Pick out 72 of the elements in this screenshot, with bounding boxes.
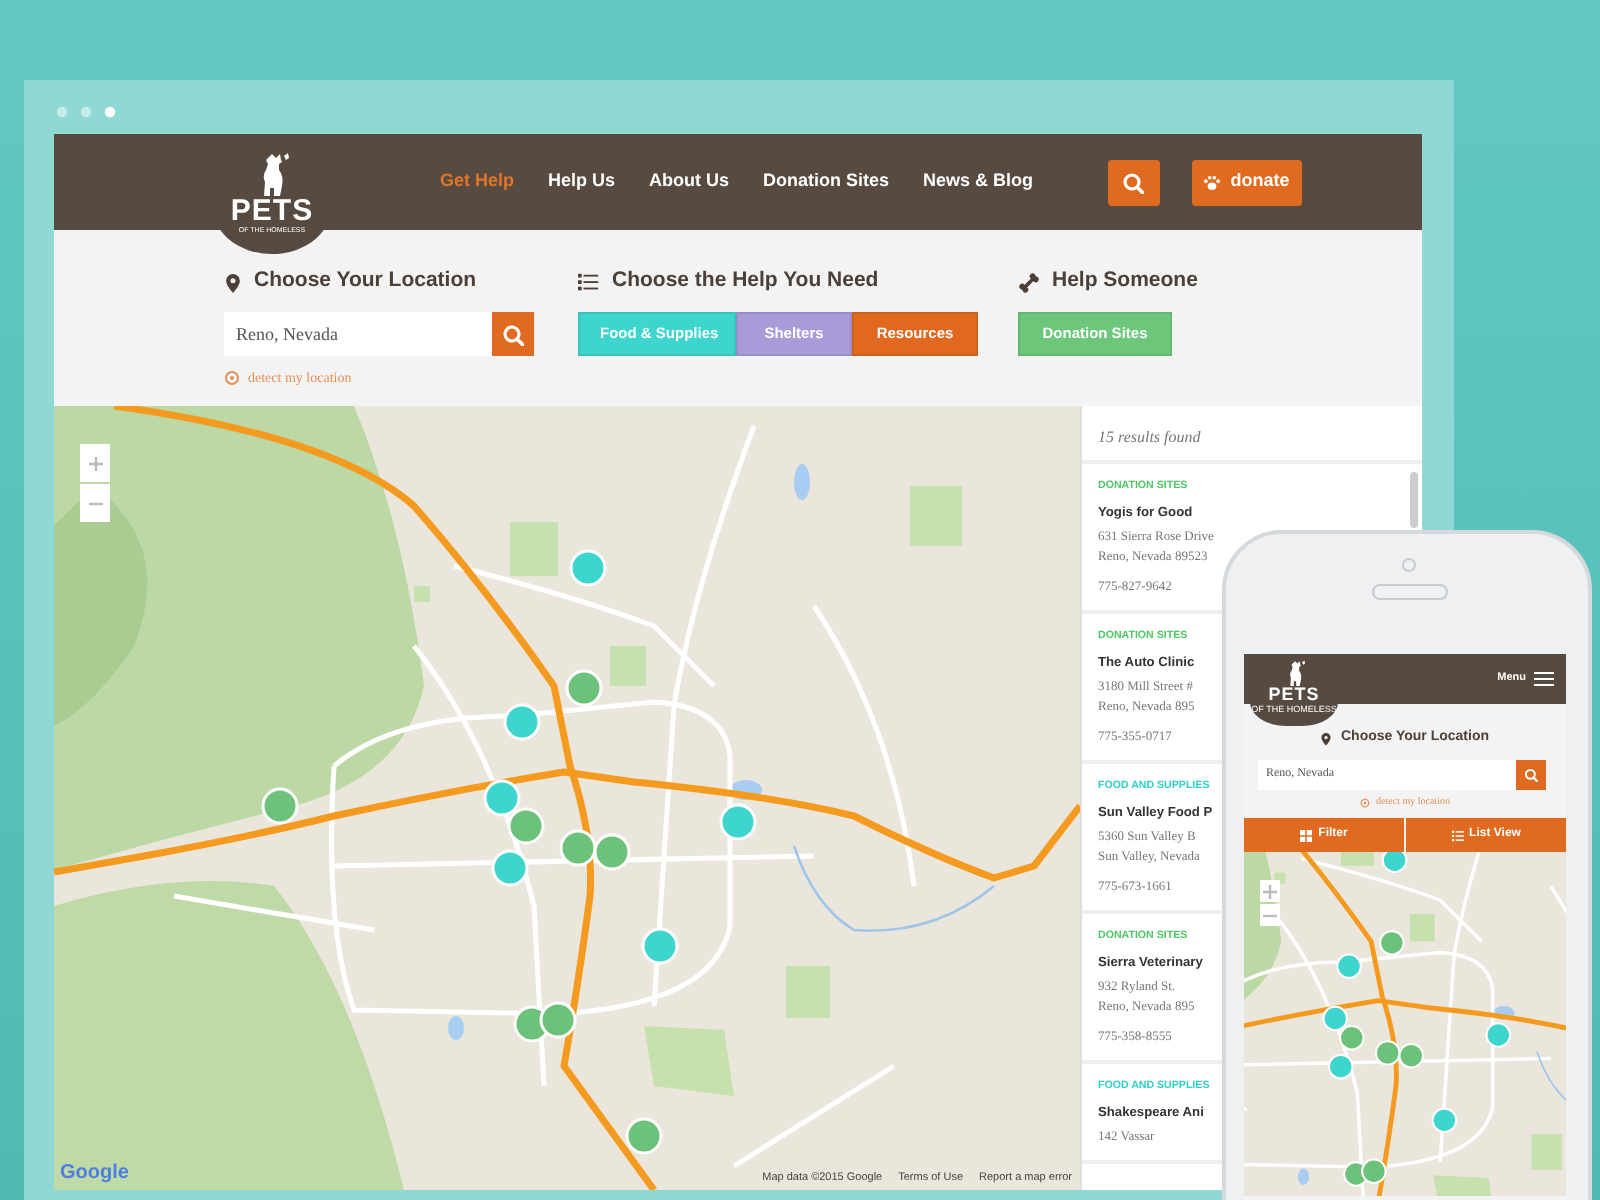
map-marker[interactable]: [1398, 1042, 1424, 1069]
map-marker[interactable]: [539, 1001, 577, 1039]
map-marker[interactable]: [1339, 1025, 1365, 1051]
scrollbar[interactable]: [1410, 472, 1418, 528]
map-marker[interactable]: [1431, 1107, 1458, 1134]
map-marker[interactable]: [593, 833, 631, 871]
search-icon: [1122, 171, 1145, 193]
nav-link[interactable]: Donation Sites: [763, 168, 890, 196]
zoom-in-button[interactable]: [80, 444, 110, 482]
park-area: [786, 966, 830, 1018]
park-area: [1531, 1134, 1562, 1170]
section-heading: Choose Your Location: [254, 266, 477, 297]
map-marker[interactable]: [559, 829, 597, 867]
lake: [1492, 1006, 1515, 1020]
target-icon: [1360, 797, 1371, 808]
lake: [794, 464, 810, 500]
map-marker[interactable]: [569, 549, 607, 587]
map-marker[interactable]: [1485, 1022, 1512, 1048]
nav-link[interactable]: Help Us: [548, 168, 616, 196]
camera-icon: [1402, 558, 1416, 572]
map-marker[interactable]: [1361, 1158, 1387, 1184]
map-marker[interactable]: [1336, 953, 1362, 979]
search-icon: [502, 323, 524, 345]
speaker-icon: [1372, 584, 1448, 600]
lake: [730, 780, 762, 800]
nav-link[interactable]: About Us: [649, 168, 730, 196]
map-marker[interactable]: [625, 1117, 663, 1155]
plus-icon: [87, 455, 103, 471]
search-icon: [1524, 767, 1538, 781]
map-marker[interactable]: [503, 703, 541, 741]
park-area: [610, 646, 646, 686]
paw-icon: [1202, 172, 1223, 192]
google-logo: Google: [60, 1160, 129, 1188]
park-area: [1433, 1175, 1496, 1196]
park-area: [644, 1026, 734, 1096]
zoom-out-button[interactable]: [80, 484, 110, 522]
map-marker[interactable]: [491, 849, 529, 887]
map-marker[interactable]: [641, 927, 679, 965]
map-marker[interactable]: [1327, 1053, 1354, 1080]
map-marker[interactable]: [719, 803, 757, 841]
lake: [1297, 1168, 1309, 1185]
list-icon: [578, 271, 600, 293]
zoom-in-button[interactable]: [1260, 880, 1280, 902]
location-field[interactable]: Reno, Nevada: [224, 312, 492, 356]
map-marker[interactable]: [1322, 1005, 1348, 1032]
map-marker[interactable]: [1381, 852, 1408, 873]
location-pin-icon: [224, 271, 242, 293]
park-area: [510, 522, 558, 576]
window-dots-icon: [56, 105, 116, 117]
logo-title: PETS: [230, 195, 314, 226]
section-heading: Help Someone: [1052, 266, 1198, 297]
location-pin-icon: [1320, 731, 1333, 746]
logo-title: PETS: [1268, 685, 1320, 704]
target-icon: [224, 370, 240, 387]
section-heading: Choose the Help You Need: [612, 266, 879, 297]
map-marker[interactable]: [565, 669, 603, 707]
map-marker[interactable]: [507, 807, 545, 845]
grid-icon: [1300, 829, 1313, 841]
lake: [448, 1016, 464, 1040]
map-marker[interactable]: [261, 787, 299, 825]
results-count: 15 results found: [1082, 406, 1422, 464]
map-marker[interactable]: [483, 779, 521, 817]
map-marker[interactable]: [1374, 1040, 1401, 1066]
list-icon: [1451, 829, 1464, 841]
search-button[interactable]: [1107, 159, 1160, 205]
park-area: [910, 486, 962, 546]
map-marker[interactable]: [1379, 930, 1405, 956]
menu-icon: [1534, 672, 1554, 686]
nav-link[interactable]: News & Blog: [923, 168, 1034, 196]
zoom-out-button[interactable]: [1260, 904, 1280, 926]
park-area: [1409, 913, 1435, 942]
plus-icon: [1262, 883, 1278, 899]
